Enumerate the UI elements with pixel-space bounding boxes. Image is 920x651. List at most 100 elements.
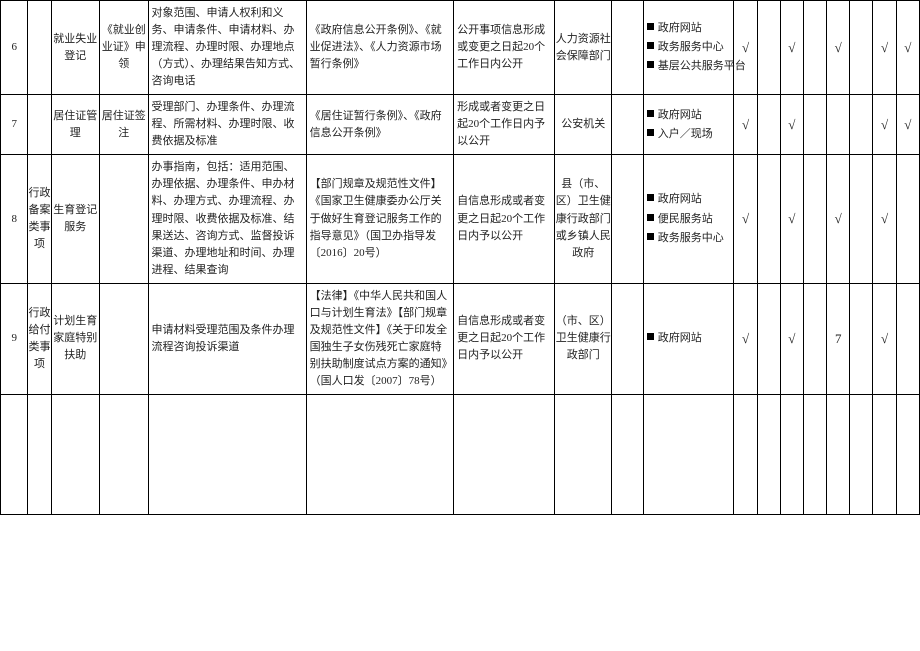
content: 申请材料受理范围及条件办理流程咨询投诉渠道	[148, 283, 306, 394]
basis: 《政府信息公开条例》、《就业促进法》、《人力资源市场暂行条例》	[306, 1, 454, 95]
check-cell: √	[873, 1, 896, 95]
channels: 政府网站政务服务中心基层公共服务平台	[643, 1, 734, 95]
empty-cell	[306, 394, 454, 514]
category: 行政给付类事项	[28, 283, 51, 394]
subject: 县（市、区）卫生健康行政部门或乡镇人民政府	[555, 155, 612, 283]
row-number: 7	[1, 95, 28, 155]
basis: 【法律】《中华人民共和国人口与计划生育法》【部门规章及规范性文件】《关于印发全国…	[306, 283, 454, 394]
sub-item	[100, 155, 148, 283]
empty-cell	[850, 394, 873, 514]
timelimit: 自信息形成或者变更之日起20个工作日内予以公开	[454, 155, 555, 283]
check-cell: √	[734, 155, 757, 283]
basis: 【部门规章及规范性文件】《国家卫生健康委办公厅关于做好生育登记服务工作的指导意见…	[306, 155, 454, 283]
check-cell: √	[780, 95, 803, 155]
check-cell: √	[734, 283, 757, 394]
row-number: 6	[1, 1, 28, 95]
check-cell: √	[896, 95, 919, 155]
check-cell	[803, 95, 826, 155]
subject2	[612, 1, 644, 95]
basis: 《居住证暂行条例》、《政府信息公开条例》	[306, 95, 454, 155]
check-cell: √	[734, 95, 757, 155]
check-cell	[803, 155, 826, 283]
subject2	[612, 155, 644, 283]
check-cell: √	[780, 1, 803, 95]
square-icon	[647, 233, 654, 240]
check-cell	[850, 155, 873, 283]
check-cell: √	[827, 155, 850, 283]
check-cell	[757, 283, 780, 394]
empty-cell	[827, 394, 850, 514]
channel-label: 政府网站	[658, 22, 702, 34]
channel-item: 政府网站	[647, 191, 731, 208]
check-cell	[850, 283, 873, 394]
square-icon	[647, 194, 654, 201]
empty-cell	[51, 394, 99, 514]
square-icon	[647, 333, 654, 340]
sub-item: 居住证签注	[100, 95, 148, 155]
table-row	[1, 394, 920, 514]
disclosure-table: 6就业失业登记《就业创业证》申领对象范围、申请人权利和义务、申请条件、申请材料、…	[0, 0, 920, 515]
timelimit: 自信息形成或者变更之日起20个工作日内予以公开	[454, 283, 555, 394]
channels: 政府网站入户／现场	[643, 95, 734, 155]
check-cell: √	[827, 1, 850, 95]
subject2	[612, 283, 644, 394]
channel-label: 便民服务站	[658, 213, 713, 225]
item-name: 居住证管理	[51, 95, 99, 155]
check-cell: √	[873, 283, 896, 394]
subject2	[612, 95, 644, 155]
item-name: 生育登记服务	[51, 155, 99, 283]
channel-label: 基层公共服务平台	[658, 60, 746, 72]
item-name: 计划生育家庭特别扶助	[51, 283, 99, 394]
channel-label: 政府网站	[658, 193, 702, 205]
row-number: 9	[1, 283, 28, 394]
channel-item: 便民服务站	[647, 211, 731, 228]
check-cell: √	[780, 283, 803, 394]
channels: 政府网站便民服务站政务服务中心	[643, 155, 734, 283]
content: 办事指南，包括：适用范围、办理依据、办理条件、申办材料、办理方式、办理流程、办理…	[148, 155, 306, 283]
channel-label: 政府网站	[658, 109, 702, 121]
check-cell: √	[873, 155, 896, 283]
channel-item: 政务服务中心	[647, 230, 731, 247]
check-cell	[827, 95, 850, 155]
check-cell	[803, 1, 826, 95]
check-cell: √	[734, 1, 757, 95]
check-cell	[896, 283, 919, 394]
subject: 人力资源社会保障部门	[555, 1, 612, 95]
check-cell	[850, 95, 873, 155]
channel-label: 入户／现场	[658, 128, 713, 140]
empty-cell	[100, 394, 148, 514]
check-cell: 7	[827, 283, 850, 394]
empty-cell	[896, 394, 919, 514]
empty-cell	[780, 394, 803, 514]
subject: 公安机关	[555, 95, 612, 155]
channel-item: 基层公共服务平台	[647, 58, 731, 75]
category	[28, 1, 51, 95]
channel-item: 政府网站	[647, 330, 731, 347]
empty-cell	[148, 394, 306, 514]
square-icon	[647, 61, 654, 68]
empty-cell	[757, 394, 780, 514]
channel-item: 政府网站	[647, 107, 731, 124]
empty-cell	[1, 394, 28, 514]
channel-item: 政府网站	[647, 20, 731, 37]
sub-item	[100, 283, 148, 394]
channels: 政府网站	[643, 283, 734, 394]
check-cell: √	[873, 95, 896, 155]
empty-cell	[803, 394, 826, 514]
timelimit: 形成或者变更之日起20个工作日内予以公开	[454, 95, 555, 155]
check-cell	[757, 1, 780, 95]
channel-item: 政务服务中心	[647, 39, 731, 56]
row-number: 8	[1, 155, 28, 283]
empty-cell	[643, 394, 734, 514]
empty-cell	[612, 394, 644, 514]
channel-label: 政务服务中心	[658, 41, 724, 53]
check-cell	[757, 95, 780, 155]
empty-cell	[454, 394, 555, 514]
item-name: 就业失业登记	[51, 1, 99, 95]
subject: （市、区）卫生健康行政部门	[555, 283, 612, 394]
square-icon	[647, 214, 654, 221]
empty-cell	[873, 394, 896, 514]
check-cell: √	[780, 155, 803, 283]
empty-cell	[555, 394, 612, 514]
check-cell	[757, 155, 780, 283]
